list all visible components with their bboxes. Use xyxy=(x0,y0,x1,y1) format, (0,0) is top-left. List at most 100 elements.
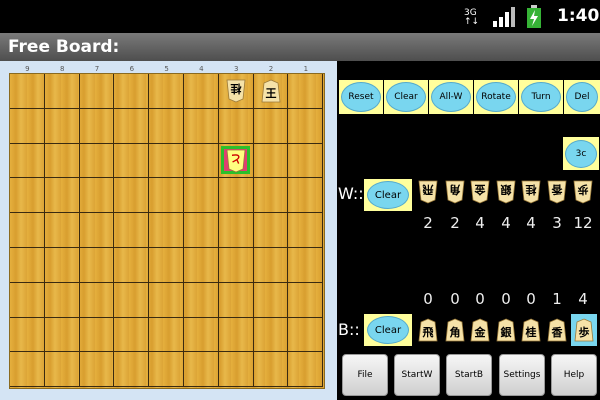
shogi-board[interactable]: 9 8 7 6 5 4 3 2 1 桂 王と xyxy=(9,65,325,389)
board-square[interactable] xyxy=(44,178,80,214)
board-square[interactable] xyxy=(114,248,150,283)
board-square[interactable] xyxy=(288,248,324,283)
hand-piece[interactable]: 銀 xyxy=(496,180,516,204)
hand-piece[interactable]: 角 xyxy=(445,180,465,204)
board-square[interactable] xyxy=(10,317,45,353)
board-square[interactable] xyxy=(184,178,219,214)
board-square[interactable] xyxy=(79,282,115,318)
board-square[interactable] xyxy=(218,317,254,353)
board-square[interactable] xyxy=(149,317,184,353)
board-square[interactable] xyxy=(218,352,254,388)
board-square[interactable] xyxy=(288,178,324,214)
start-b-button[interactable]: StartB xyxy=(446,354,492,396)
hand-piece[interactable]: 金 xyxy=(470,180,490,204)
del-button[interactable]: Del xyxy=(564,80,600,114)
file-button[interactable]: File xyxy=(342,354,388,396)
board-square[interactable] xyxy=(114,108,150,144)
board-square[interactable] xyxy=(79,352,115,388)
board-square[interactable] xyxy=(149,74,184,109)
board-square[interactable] xyxy=(184,248,219,283)
board-square[interactable] xyxy=(253,352,289,388)
hand-piece[interactable]: 角 xyxy=(445,318,465,342)
board-square[interactable] xyxy=(218,178,254,214)
board-square[interactable] xyxy=(288,74,324,109)
hand-piece[interactable]: 歩 xyxy=(573,180,593,204)
board-square[interactable] xyxy=(218,248,254,283)
board-square[interactable] xyxy=(184,143,219,179)
hand-piece[interactable]: 香 xyxy=(547,318,567,342)
board-square[interactable] xyxy=(149,248,184,283)
board-square[interactable] xyxy=(149,108,184,144)
hand-piece[interactable]: 桂 xyxy=(521,180,541,204)
all-w-button[interactable]: All-W xyxy=(429,80,473,114)
board-square[interactable] xyxy=(10,108,45,144)
board-square[interactable] xyxy=(288,143,324,179)
board-square[interactable] xyxy=(10,352,45,388)
board-square[interactable] xyxy=(184,213,219,248)
board-square[interactable] xyxy=(253,178,289,214)
board-square[interactable] xyxy=(253,213,289,248)
board-square[interactable] xyxy=(184,317,219,353)
board-square[interactable] xyxy=(10,74,45,109)
board-square[interactable] xyxy=(79,108,115,144)
board-square[interactable] xyxy=(184,74,219,109)
board-square[interactable] xyxy=(184,352,219,388)
board-square[interactable] xyxy=(79,248,115,283)
hand-piece[interactable]: 銀 xyxy=(496,318,516,342)
board-square[interactable] xyxy=(44,282,80,318)
board-square[interactable] xyxy=(218,213,254,248)
hand-piece[interactable]: 飛 xyxy=(418,318,438,342)
board-square[interactable] xyxy=(253,108,289,144)
board-square[interactable] xyxy=(114,317,150,353)
board-square[interactable] xyxy=(44,248,80,283)
rotate-button[interactable]: Rotate xyxy=(474,80,518,114)
board-square[interactable] xyxy=(114,74,150,109)
board-piece[interactable]: 王 xyxy=(260,79,282,103)
board-square[interactable] xyxy=(288,213,324,248)
board-square[interactable] xyxy=(184,282,219,318)
board-square[interactable] xyxy=(44,213,80,248)
white-clear-button[interactable]: Clear xyxy=(364,179,412,211)
hand-piece[interactable]: 香 xyxy=(547,180,567,204)
board-square[interactable] xyxy=(44,352,80,388)
board-square[interactable] xyxy=(10,178,45,214)
black-clear-button[interactable]: Clear xyxy=(364,314,412,346)
board-square[interactable] xyxy=(149,282,184,318)
hand-piece[interactable]: 金 xyxy=(470,318,490,342)
board-square[interactable] xyxy=(288,317,324,353)
board-square[interactable] xyxy=(114,213,150,248)
help-button[interactable]: Help xyxy=(551,354,597,396)
board-square[interactable] xyxy=(79,143,115,179)
board-square[interactable] xyxy=(288,352,324,388)
board-square[interactable] xyxy=(114,282,150,318)
board-square[interactable] xyxy=(149,213,184,248)
start-w-button[interactable]: StartW xyxy=(394,354,440,396)
board-square[interactable] xyxy=(44,317,80,353)
settings-button[interactable]: Settings xyxy=(499,354,545,396)
board-square[interactable] xyxy=(149,352,184,388)
reset-button[interactable]: Reset xyxy=(339,80,383,114)
clear-button[interactable]: Clear xyxy=(384,80,428,114)
board-square[interactable] xyxy=(253,248,289,283)
board-piece[interactable]: 桂 xyxy=(225,79,247,103)
board-square[interactable] xyxy=(253,143,289,179)
board-square[interactable] xyxy=(184,108,219,144)
board-square[interactable] xyxy=(10,213,45,248)
board-square[interactable] xyxy=(114,143,150,179)
board-square[interactable] xyxy=(253,317,289,353)
board-square[interactable] xyxy=(79,74,115,109)
square-label-button[interactable]: 3c xyxy=(563,137,599,170)
board-square[interactable] xyxy=(44,108,80,144)
hand-piece[interactable]: 飛 xyxy=(418,180,438,204)
board-square[interactable] xyxy=(253,282,289,318)
board-square[interactable] xyxy=(149,143,184,179)
board-square[interactable] xyxy=(149,178,184,214)
board-square[interactable] xyxy=(288,108,324,144)
board-square[interactable] xyxy=(79,213,115,248)
board-square[interactable] xyxy=(79,178,115,214)
board-square[interactable] xyxy=(44,74,80,109)
board-square[interactable] xyxy=(79,317,115,353)
board-square[interactable] xyxy=(10,248,45,283)
board-square[interactable] xyxy=(288,282,324,318)
board-square[interactable] xyxy=(10,143,45,179)
